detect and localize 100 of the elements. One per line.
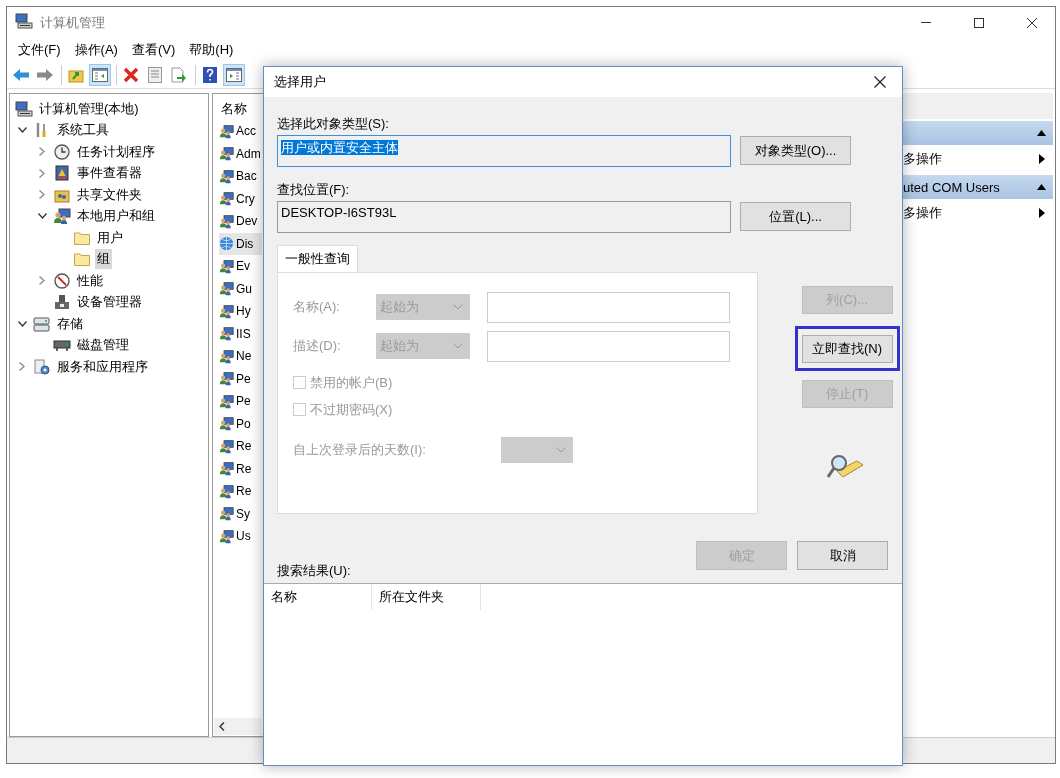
users-icon [219, 213, 234, 229]
dialog-button[interactable]: 取消 [797, 541, 888, 570]
storage-drive-icon [33, 315, 51, 332]
column-header[interactable]: 名称 [219, 100, 259, 120]
users-icon [219, 146, 234, 162]
toolbar-button[interactable] [223, 64, 245, 86]
tree-item[interactable]: 任务计划程序 [75, 141, 157, 162]
menu-item[interactable]: 操作(A) [67, 41, 125, 59]
list-item[interactable]: Po [219, 412, 262, 435]
text-field[interactable]: 用户或内置安全主体 [277, 135, 731, 167]
toolbar-button[interactable] [89, 64, 111, 86]
list-item[interactable]: IIS [219, 322, 262, 345]
users-icon [219, 326, 234, 342]
users-icon [53, 208, 71, 225]
help-icon [203, 67, 217, 83]
action-section-header[interactable]: uted COM Users [901, 175, 1053, 199]
list-item[interactable]: Bac [219, 165, 262, 188]
dialog-title: 选择用户 [274, 73, 326, 91]
list-item[interactable]: Ev [219, 255, 262, 278]
users-icon [219, 281, 234, 297]
users-icon [219, 303, 234, 319]
clock-icon [54, 143, 70, 160]
column-header[interactable]: 名称 [264, 584, 372, 610]
more-actions-item[interactable]: 多操作 [901, 145, 1053, 173]
close-icon [1027, 17, 1037, 28]
list-item[interactable]: Us [219, 525, 262, 548]
users-icon [219, 461, 234, 477]
list-item[interactable]: Dis [219, 232, 262, 255]
dialog-button[interactable]: 对象类型(O)... [740, 136, 851, 165]
horizontal-scrollbar[interactable] [214, 718, 262, 735]
column-header[interactable]: 所在文件夹 [372, 584, 481, 610]
menu-item[interactable]: 帮助(H) [182, 41, 241, 59]
tree-item[interactable]: 存储 [55, 313, 85, 334]
users-icon [219, 168, 234, 184]
log-book-icon [55, 165, 69, 182]
tree-item[interactable]: 共享文件夹 [75, 184, 144, 205]
checkbox-label: 不过期密码(X) [310, 400, 393, 419]
network-users-icon [219, 236, 234, 252]
tree-item[interactable]: 系统工具 [55, 120, 111, 141]
list-item[interactable]: Dev [219, 210, 262, 233]
field-label: 查找位置(F): [277, 181, 351, 197]
list-item[interactable]: Re [219, 457, 262, 480]
menu-item[interactable]: 文件(F) [11, 41, 68, 59]
tree-item[interactable]: 磁盘管理 [75, 335, 131, 356]
tree-item[interactable]: 组 [95, 249, 112, 270]
list-item[interactable]: Pe [219, 390, 262, 413]
users-icon [219, 191, 234, 207]
window-title: 计算机管理 [40, 13, 105, 32]
field-label: 描述(D): [293, 337, 342, 355]
tree-item[interactable]: 服务和应用程序 [55, 356, 150, 377]
tree-item[interactable]: 计算机管理(本地) [37, 98, 141, 119]
tab[interactable]: 一般性查询 [277, 245, 358, 273]
list-item[interactable]: Ne [219, 345, 262, 368]
list-item[interactable]: Gu [219, 277, 262, 300]
list-item[interactable]: Cry [219, 187, 262, 210]
users-icon [219, 438, 234, 454]
export-list-icon [171, 67, 187, 83]
field-label: 选择此对象类型(S): [277, 115, 390, 131]
gauge-icon [54, 272, 70, 289]
text-field[interactable] [487, 291, 730, 323]
users-icon [219, 506, 234, 522]
users-icon [219, 348, 234, 364]
users-icon [219, 483, 234, 499]
collapse-triangle-icon[interactable] [1037, 184, 1046, 190]
text-field[interactable] [487, 330, 730, 362]
text-field[interactable]: DESKTOP-I6ST93L [277, 201, 731, 233]
folder-icon [74, 230, 90, 245]
submenu-arrow-icon [1039, 154, 1045, 164]
console-tree-icon [92, 68, 108, 82]
tree-item[interactable]: 性能 [75, 270, 105, 291]
list-item[interactable]: Hy [219, 300, 262, 323]
maximize-icon [974, 17, 984, 28]
forward-arrow-icon [36, 68, 54, 82]
list-item[interactable]: Re [219, 480, 262, 503]
users-icon [219, 416, 234, 432]
tree-item[interactable]: 用户 [95, 227, 125, 248]
list-item[interactable]: Acc [219, 120, 262, 143]
section-title: uted COM Users [903, 179, 1000, 195]
users-icon [219, 258, 234, 274]
results-label: 搜索结果(U): [277, 562, 352, 578]
menu-item[interactable]: 查看(V) [124, 41, 183, 59]
users-icon [219, 371, 234, 387]
tree-item[interactable]: 设备管理器 [75, 292, 144, 313]
field-label: 自上次登录后的天数(I): [293, 441, 427, 459]
computer-icon [15, 100, 33, 117]
tree-item[interactable]: 事件查看器 [75, 163, 144, 184]
dialog-button[interactable]: 立即查找(N) [801, 335, 893, 363]
tree-item[interactable]: 本地用户和组 [75, 206, 157, 227]
list-item[interactable]: Sy [219, 502, 262, 525]
minimize-icon [921, 22, 931, 23]
list-item[interactable]: Re [219, 435, 262, 458]
list-item[interactable]: Pe [219, 367, 262, 390]
properties-icon [148, 67, 162, 83]
back-arrow-icon [12, 68, 30, 82]
scroll-left-icon[interactable] [219, 722, 225, 731]
dialog-button[interactable]: 位置(L)... [740, 202, 851, 231]
collapse-triangle-icon[interactable] [1037, 130, 1046, 136]
disk-drive-icon [53, 338, 71, 353]
list-item[interactable]: Adm [219, 142, 262, 165]
more-actions-item[interactable]: 多操作 [901, 199, 1053, 227]
